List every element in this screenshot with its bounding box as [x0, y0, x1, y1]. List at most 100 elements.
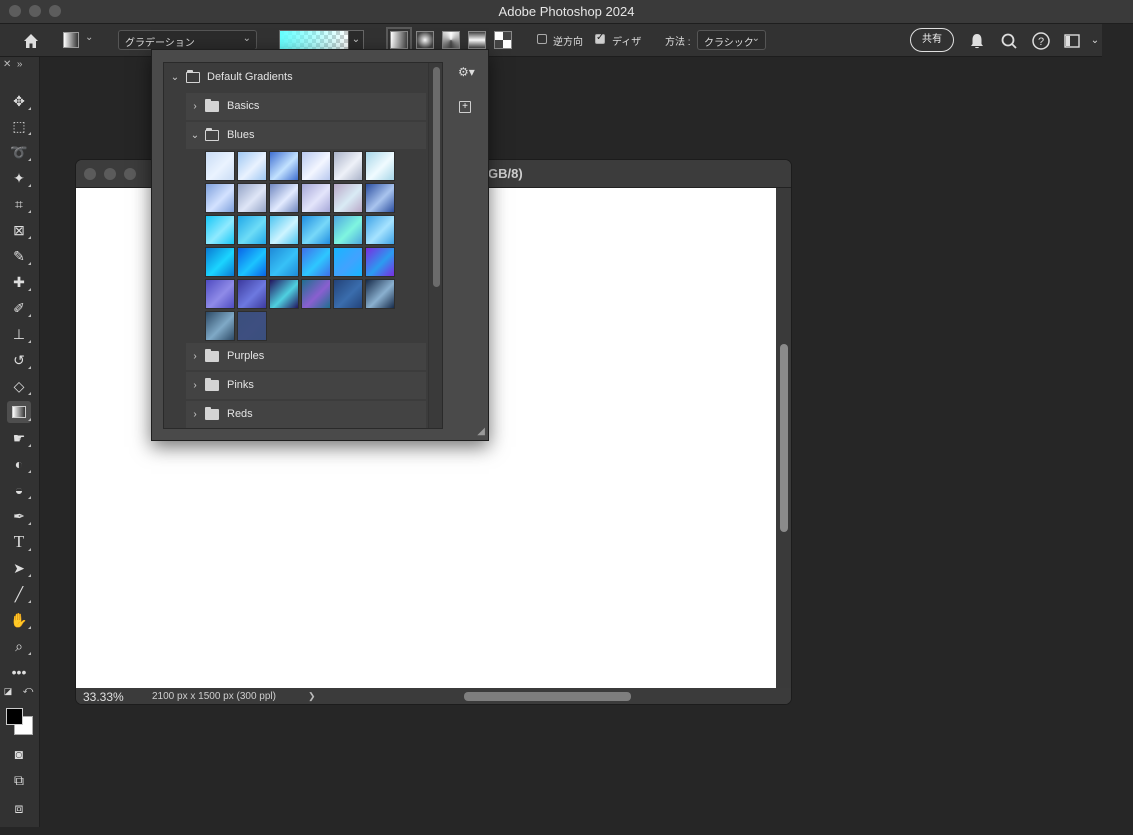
folder-basics[interactable]: › Basics [186, 93, 426, 120]
gradient-swatch[interactable] [205, 151, 235, 181]
healing-brush-tool-icon[interactable]: ✚ [7, 271, 31, 293]
method-dropdown[interactable]: クラシック ⌄ [697, 30, 766, 50]
home-icon[interactable] [21, 31, 41, 51]
gradient-swatch[interactable] [333, 151, 363, 181]
collapse-toolbar-icon[interactable]: ✕ » [3, 59, 23, 70]
chevron-right-icon[interactable]: › [190, 372, 200, 399]
radial-gradient-button[interactable] [416, 31, 434, 49]
foreground-color-swatch[interactable] [6, 708, 23, 725]
gradient-swatch[interactable] [237, 183, 267, 213]
resize-handle-icon[interactable]: ◢ [477, 426, 485, 437]
reverse-checkbox[interactable] [537, 34, 547, 44]
quick-mask-icon[interactable]: ◙ [7, 743, 31, 765]
eyedropper-tool-icon[interactable]: ✎ [7, 245, 31, 267]
line-tool-icon[interactable]: ╱ [7, 583, 31, 605]
zoom-level[interactable]: 33.33% [83, 690, 124, 704]
gradient-swatch[interactable] [205, 247, 235, 277]
workspace-icon[interactable] [1062, 31, 1082, 51]
gradient-swatch[interactable] [365, 151, 395, 181]
gradient-swatch[interactable] [280, 31, 349, 49]
gradient-swatch[interactable] [365, 279, 395, 309]
gradient-swatch[interactable] [237, 279, 267, 309]
help-icon[interactable]: ? [1031, 31, 1051, 51]
move-tool-icon[interactable]: ✥ [7, 90, 31, 112]
dither-checkbox[interactable] [595, 32, 605, 44]
brush-tool-icon[interactable]: ✐ [7, 297, 31, 319]
gradient-swatch[interactable] [269, 279, 299, 309]
bell-icon[interactable] [967, 31, 987, 51]
close-document-button[interactable] [84, 168, 96, 180]
new-preset-icon[interactable]: + [459, 101, 471, 113]
gradient-swatch[interactable] [205, 215, 235, 245]
gradient-swatch[interactable] [301, 279, 331, 309]
path-selection-tool-icon[interactable]: ➤ [7, 557, 31, 579]
gradient-swatch[interactable] [269, 183, 299, 213]
folder-default-gradients[interactable]: ⌄ Default Gradients [164, 64, 426, 91]
gradient-swatch[interactable] [301, 215, 331, 245]
smudge-tool-icon[interactable]: ☛ [7, 427, 31, 449]
gradient-swatch[interactable] [269, 151, 299, 181]
generative-icon[interactable]: ⧈ [7, 797, 31, 819]
reflected-gradient-button[interactable] [468, 31, 486, 49]
default-colors-icon[interactable]: ◪ [2, 685, 14, 697]
gradient-swatch[interactable] [205, 311, 235, 341]
status-menu-arrow[interactable]: ❯ [308, 691, 316, 702]
eraser-tool-icon[interactable]: ◇ [7, 375, 31, 397]
gradient-swatch[interactable] [333, 183, 363, 213]
horizontal-scroll-thumb[interactable] [464, 692, 631, 701]
gradient-swatch[interactable] [333, 247, 363, 277]
gradient-swatch[interactable] [365, 247, 395, 277]
gradient-swatch[interactable] [205, 279, 235, 309]
screen-mode-icon[interactable]: ⧉ [7, 769, 31, 791]
frame-tool-icon[interactable]: ⊠ [7, 219, 31, 241]
gradient-picker-toggle[interactable]: ⌄ [348, 31, 363, 49]
folder-purples[interactable]: › Purples [186, 343, 426, 370]
zoom-tool-icon[interactable]: ⌕ [7, 635, 31, 657]
document-info[interactable]: 2100 px x 1500 px (300 ppl) [152, 691, 276, 702]
folder-reds[interactable]: › Reds [186, 401, 426, 428]
gradient-editor-preview[interactable]: ⌄ [279, 30, 364, 50]
magic-wand-tool-icon[interactable]: ✦ [7, 167, 31, 189]
swap-colors-icon[interactable]: ⤺ [22, 685, 34, 697]
clone-stamp-tool-icon[interactable]: ⊥ [7, 323, 31, 345]
gradient-swatch[interactable] [269, 215, 299, 245]
tool-preset-picker[interactable]: ⌄ [63, 32, 101, 50]
gradient-swatch[interactable] [237, 215, 267, 245]
type-tool-icon[interactable]: T [7, 531, 31, 553]
gradient-tool-icon[interactable] [7, 401, 31, 423]
pen-tool-icon[interactable]: ✒ [7, 505, 31, 527]
angle-gradient-button[interactable] [442, 31, 460, 49]
search-icon[interactable] [999, 31, 1019, 51]
share-button[interactable]: 共有 [910, 28, 954, 52]
dodge-tool-icon[interactable]: ◐ [7, 453, 31, 475]
hand-tool-icon[interactable]: ✋ [7, 609, 31, 631]
history-brush-tool-icon[interactable]: ↺ [7, 349, 31, 371]
marquee-tool-icon[interactable]: ⬚ [7, 115, 31, 137]
zoom-document-button[interactable] [124, 168, 136, 180]
chevron-right-icon[interactable]: › [190, 401, 200, 428]
gradient-preset-dropdown[interactable]: グラデーション ⌄ [118, 30, 257, 50]
chevron-right-icon[interactable]: › [190, 343, 200, 370]
vertical-scroll-thumb[interactable] [780, 344, 788, 532]
lasso-tool-icon[interactable]: ➰ [7, 141, 31, 163]
more-tools-icon[interactable]: ••• [7, 661, 31, 683]
folder-blues[interactable]: ⌄ Blues [186, 122, 426, 149]
chevron-down-icon[interactable]: ⌄ [1085, 31, 1105, 51]
gear-icon[interactable]: ⚙▾ [458, 65, 475, 79]
chevron-down-icon[interactable]: ⌄ [190, 122, 200, 149]
chevron-down-icon[interactable]: ⌄ [170, 64, 180, 91]
gradient-swatch[interactable] [333, 215, 363, 245]
gradient-swatch[interactable] [237, 151, 267, 181]
gradient-swatch[interactable] [269, 247, 299, 277]
gradient-swatch[interactable] [333, 279, 363, 309]
chevron-right-icon[interactable]: › [190, 93, 200, 120]
crop-tool-icon[interactable]: ⌗ [7, 193, 31, 215]
gradient-swatch[interactable] [205, 183, 235, 213]
gradient-swatch[interactable] [301, 247, 331, 277]
gradient-swatch[interactable] [365, 215, 395, 245]
diamond-gradient-button[interactable] [494, 31, 512, 49]
sponge-tool-icon[interactable]: ◒ [7, 479, 31, 501]
gradient-swatch[interactable] [301, 183, 331, 213]
minimize-document-button[interactable] [104, 168, 116, 180]
gradient-swatch[interactable] [237, 311, 267, 341]
